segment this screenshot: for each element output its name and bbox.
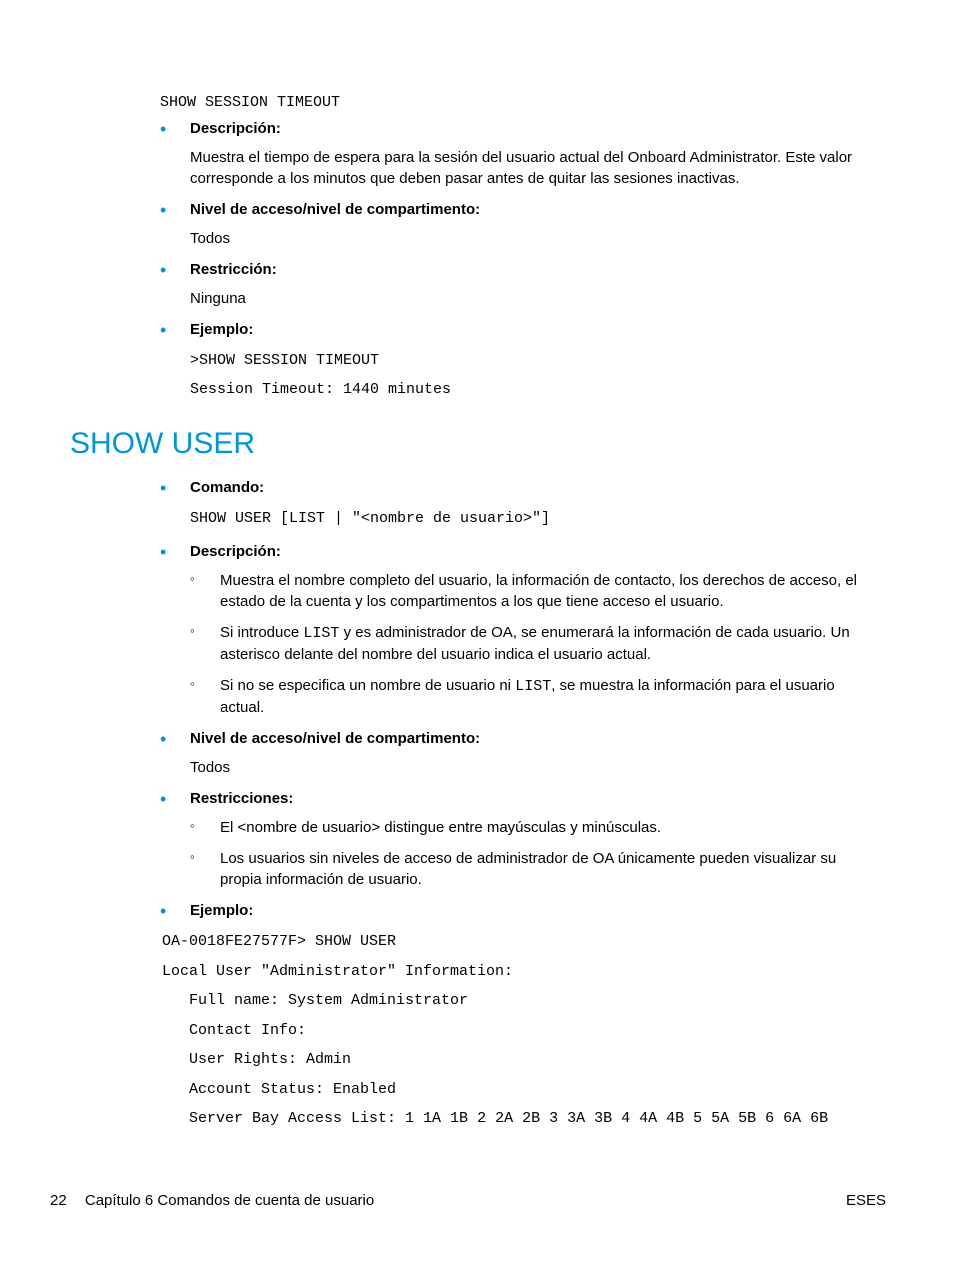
page: SHOW SESSION TIMEOUT Descripción: Muestr… bbox=[0, 0, 954, 1271]
example-line: Local User "Administrator" Information: bbox=[162, 959, 864, 985]
desc-sub-1: Muestra el nombre completo del usuario, … bbox=[220, 572, 857, 610]
list-item: Descripción: Muestra el tiempo de espera… bbox=[160, 120, 864, 189]
example-line: Account Status: Enabled bbox=[162, 1077, 864, 1103]
example-code-line: Session Timeout: 1440 minutes bbox=[190, 377, 864, 403]
description-label: Descripción: bbox=[190, 543, 864, 560]
page-footer: 22 Capítulo 6 Comandos de cuenta de usua… bbox=[50, 1192, 886, 1209]
list-item: Nivel de acceso/nivel de compartimento: … bbox=[160, 201, 864, 249]
restriction-label: Restricción: bbox=[190, 261, 864, 278]
chapter-title: Capítulo 6 Comandos de cuenta de usuario bbox=[85, 1192, 374, 1209]
example-line: OA-0018FE27577F> SHOW USER bbox=[162, 929, 864, 955]
footer-left: 22 Capítulo 6 Comandos de cuenta de usua… bbox=[50, 1192, 374, 1209]
sub-item: Los usuarios sin niveles de acceso de ad… bbox=[190, 848, 864, 890]
example-line: Server Bay Access List: 1 1A 1B 2 2A 2B … bbox=[162, 1106, 864, 1132]
list-item: Restricciones: El <nombre de usuario> di… bbox=[160, 790, 864, 890]
sub-list: Muestra el nombre completo del usuario, … bbox=[190, 570, 864, 718]
footer-right: ESES bbox=[846, 1192, 886, 1209]
list-item: Comando: SHOW USER [LIST | "<nombre de u… bbox=[160, 479, 864, 532]
section-heading: SHOW USER bbox=[70, 427, 864, 461]
rest-sub-1: El <nombre de usuario> distingue entre m… bbox=[220, 819, 661, 836]
example-line: Full name: System Administrator bbox=[162, 988, 864, 1014]
example-line: User Rights: Admin bbox=[162, 1047, 864, 1073]
desc-sub-3-pre: Si no se especifica un nombre de usuario… bbox=[220, 677, 515, 694]
access-label: Nivel de acceso/nivel de compartimento: bbox=[190, 730, 864, 747]
access-text: Todos bbox=[190, 228, 864, 249]
bulleted-list-1: Descripción: Muestra el tiempo de espera… bbox=[160, 120, 864, 403]
command-code: SHOW USER [LIST | "<nombre de usuario>"] bbox=[190, 506, 864, 532]
sub-item: Muestra el nombre completo del usuario, … bbox=[190, 570, 864, 612]
bulleted-list-2: Comando: SHOW USER [LIST | "<nombre de u… bbox=[160, 479, 864, 1132]
sub-item: El <nombre de usuario> distingue entre m… bbox=[190, 817, 864, 838]
access-text: Todos bbox=[190, 757, 864, 778]
example-block: OA-0018FE27577F> SHOW USER Local User "A… bbox=[162, 929, 864, 1132]
content-area: SHOW SESSION TIMEOUT Descripción: Muestr… bbox=[160, 90, 864, 1132]
list-item: Restricción: Ninguna bbox=[160, 261, 864, 309]
list-item: Ejemplo: OA-0018FE27577F> SHOW USER Loca… bbox=[160, 902, 864, 1132]
command-label: Comando: bbox=[190, 479, 864, 496]
desc-sub-3-code: LIST bbox=[515, 678, 551, 695]
sub-item: Si no se especifica un nombre de usuario… bbox=[190, 675, 864, 718]
example-label: Ejemplo: bbox=[190, 902, 864, 919]
access-label: Nivel de acceso/nivel de compartimento: bbox=[190, 201, 864, 218]
sub-list: El <nombre de usuario> distingue entre m… bbox=[190, 817, 864, 890]
desc-sub-2-code: LIST bbox=[303, 625, 339, 642]
sub-item: Si introduce LIST y es administrador de … bbox=[190, 622, 864, 665]
list-item: Descripción: Muestra el nombre completo … bbox=[160, 543, 864, 718]
description-text: Muestra el tiempo de espera para la sesi… bbox=[190, 147, 864, 189]
command-code: SHOW SESSION TIMEOUT bbox=[160, 90, 864, 116]
rest-sub-2: Los usuarios sin niveles de acceso de ad… bbox=[220, 850, 836, 888]
restrictions-label: Restricciones: bbox=[190, 790, 864, 807]
example-label: Ejemplo: bbox=[190, 321, 864, 338]
description-label: Descripción: bbox=[190, 120, 864, 137]
restriction-text: Ninguna bbox=[190, 288, 864, 309]
list-item: Ejemplo: >SHOW SESSION TIMEOUT Session T… bbox=[160, 321, 864, 403]
page-number: 22 bbox=[50, 1192, 67, 1209]
example-code-line: >SHOW SESSION TIMEOUT bbox=[190, 348, 864, 374]
desc-sub-2-pre: Si introduce bbox=[220, 624, 303, 641]
list-item: Nivel de acceso/nivel de compartimento: … bbox=[160, 730, 864, 778]
example-line: Contact Info: bbox=[162, 1018, 864, 1044]
